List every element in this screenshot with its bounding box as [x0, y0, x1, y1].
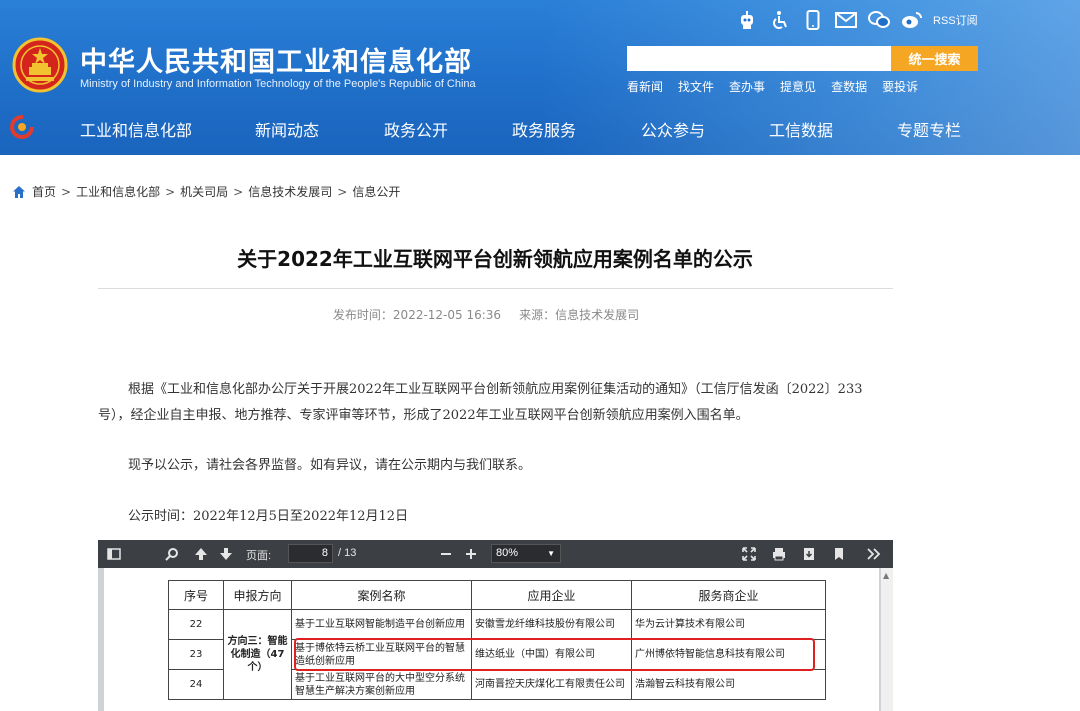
col-header-direction: 申报方向 [223, 580, 292, 610]
col-header-app-company: 应用企业 [471, 580, 632, 610]
unified-search-button[interactable]: 统一搜索 [891, 46, 978, 71]
home-icon[interactable] [12, 185, 26, 199]
article-source: 来源：信息技术发展司 [519, 308, 640, 322]
nav-item-public-participation[interactable]: 公众参与 [641, 117, 705, 141]
more-tools-icon[interactable] [866, 546, 882, 562]
nav-item-gov-services[interactable]: 政务服务 [512, 117, 576, 141]
quick-link-files[interactable]: 找文件 [678, 78, 714, 95]
nav-item-news[interactable]: 新闻动态 [255, 117, 319, 141]
previous-page-icon[interactable] [193, 546, 209, 562]
cell-case-name: 基于工业互联网平台的大中型空分系统智慧生产解决方案创新应用 [291, 669, 472, 700]
top-utility-icons: RSS订阅 [735, 8, 978, 32]
scroll-up-icon[interactable]: ▲ [883, 571, 889, 580]
cell-app-company: 河南晋控天庆煤化工有限责任公司 [471, 669, 632, 700]
zoom-in-icon[interactable] [463, 546, 479, 562]
breadcrumb-home[interactable]: 首页 [32, 183, 56, 200]
article-paragraph: 公示时间：2022年12月5日至2022年12月12日 [128, 509, 409, 524]
wechat-icon[interactable] [867, 9, 891, 31]
cell-app-company: 安徽雪龙纤维科技股份有限公司 [471, 609, 632, 640]
article-paragraph: 现予以公示，请社会各界监督。如有异议，请在公示期内与我们联系。 [128, 458, 532, 473]
breadcrumb-disclosure[interactable]: 信息公开 [352, 183, 400, 200]
search-icon[interactable] [164, 546, 180, 562]
nav-item-data[interactable]: 工信数据 [769, 117, 833, 141]
page-number-input[interactable]: 8 [288, 544, 333, 563]
table-header-row: 序号 申报方向 案例名称 应用企业 服务商企业 [168, 580, 826, 610]
breadcrumb-ministry[interactable]: 工业和信息化部 [76, 183, 160, 200]
robot-assistant-icon[interactable] [735, 9, 759, 31]
cell-service-company: 浩瀚智云科技有限公司 [631, 669, 826, 700]
national-emblem-icon[interactable] [12, 37, 68, 93]
cell-no: 23 [168, 639, 224, 670]
quick-link-complaint[interactable]: 要投诉 [882, 78, 918, 95]
col-header-no: 序号 [168, 580, 224, 610]
col-header-case-name: 案例名称 [291, 580, 472, 610]
article-meta: 发布时间：2022-12-05 16:36 来源：信息技术发展司 [0, 306, 972, 323]
total-pages: / 13 [338, 547, 357, 559]
zoom-select[interactable]: 80% ▼ [491, 544, 561, 563]
cell-direction: 方向三：智能化制造（47个） [223, 609, 292, 700]
table-row: 22 方向三：智能化制造（47个） 基于工业互联网智能制造平台创新应用 安徽雪龙… [168, 609, 826, 700]
site-search-input[interactable] [627, 46, 891, 71]
nav-item-gov-affairs[interactable]: 政务公开 [384, 117, 448, 141]
site-header: 中华人民共和国工业和信息化部 Ministry of Industry and … [0, 0, 1080, 155]
site-subtitle: Ministry of Industry and Information Tec… [80, 78, 476, 90]
publish-time: 发布时间：2022-12-05 16:36 [332, 308, 502, 322]
article-title: 关于2022年工业互联网平台创新领航应用案例名单的公示 [237, 247, 753, 271]
miit-logo-icon[interactable] [10, 115, 34, 139]
cell-no: 22 [168, 609, 224, 640]
breadcrumb-departments[interactable]: 机关司局 [180, 183, 228, 200]
cell-no: 24 [168, 669, 224, 700]
title-divider [98, 288, 893, 289]
pdf-page[interactable]: 序号 申报方向 案例名称 应用企业 服务商企业 22 方向三：智能化制造（47个… [104, 568, 879, 711]
breadcrumb: 首页 > 工业和信息化部 > 机关司局 > 信息技术发展司 > 信息公开 [12, 183, 400, 200]
page-label: 页面: [246, 550, 272, 562]
row-highlight-box [294, 638, 815, 671]
quick-link-services[interactable]: 查办事 [729, 78, 765, 95]
mobile-icon[interactable] [801, 9, 825, 31]
mail-icon[interactable] [834, 9, 858, 31]
cell-case-name: 基于工业互联网智能制造平台创新应用 [291, 609, 472, 640]
cell-service-company: 华为云计算技术有限公司 [631, 609, 826, 640]
article-paragraph: 根据《工业和信息化部办公厅关于开展2022年工业互联网平台创新领航应用案例征集活… [98, 382, 863, 423]
download-icon[interactable] [801, 546, 817, 562]
print-icon[interactable] [771, 546, 787, 562]
nav-item-ministry[interactable]: 工业和信息化部 [80, 117, 192, 141]
zoom-out-icon[interactable] [438, 546, 454, 562]
quick-link-feedback[interactable]: 提意见 [780, 78, 816, 95]
pdf-scrollbar[interactable]: ▲ [881, 568, 893, 711]
next-page-icon[interactable] [218, 546, 234, 562]
site-title[interactable]: 中华人民共和国工业和信息化部 [80, 40, 472, 79]
quick-link-data[interactable]: 查数据 [831, 78, 867, 95]
quick-link-news[interactable]: 看新闻 [627, 78, 663, 95]
fullscreen-icon[interactable] [741, 546, 757, 562]
accessibility-icon[interactable] [768, 9, 792, 31]
rss-subscribe-link[interactable]: RSS订阅 [933, 12, 978, 28]
sidebar-toggle-icon[interactable] [106, 546, 122, 562]
pdf-viewer: 页面: 8 / 13 80% ▼ 序号 申报方向 案例名称 应用企业 服务商企业… [98, 540, 893, 711]
chevron-down-icon: ▼ [547, 549, 555, 558]
col-header-service-company: 服务商企业 [631, 580, 826, 610]
quick-links: 看新闻 找文件 查办事 提意见 查数据 要投诉 [627, 78, 933, 95]
bookmark-icon[interactable] [831, 546, 847, 562]
main-nav: 工业和信息化部 新闻动态 政务公开 政务服务 公众参与 工信数据 专题专栏 [0, 107, 1080, 147]
nav-item-special-topics[interactable]: 专题专栏 [897, 117, 961, 141]
weibo-icon[interactable] [900, 9, 924, 31]
breadcrumb-it-dept[interactable]: 信息技术发展司 [248, 183, 332, 200]
pdf-toolbar: 页面: 8 / 13 80% ▼ [98, 540, 893, 568]
